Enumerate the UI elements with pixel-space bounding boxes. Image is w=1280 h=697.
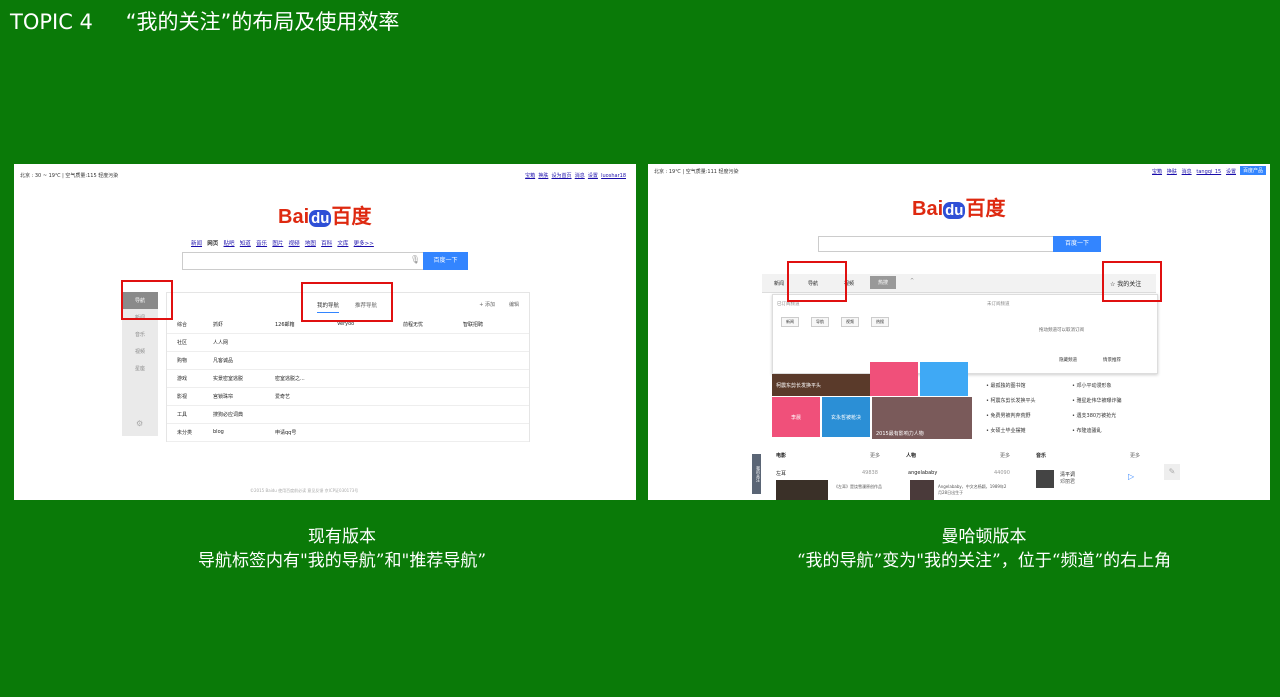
caption-manhattan: 曼哈顿版本 “我的导航”变为"我的关注”，位于“频道”的右上角 xyxy=(648,525,1280,573)
nav-row: 影视 宫锁珠帘 爱奇艺 xyxy=(167,387,529,406)
section-person-title: 人物 xyxy=(906,453,917,459)
news-tile[interactable]: 柯震东剪长发换平头 xyxy=(772,374,872,396)
smart-recommend-checkbox[interactable]: 情景推荐 xyxy=(1103,357,1121,363)
paw-icon: du xyxy=(943,202,966,219)
current-version-screenshot: 北京 : 30 ~ 19℃ | 空气质量:115 轻度污染 宝箱 换肤 设为首页… xyxy=(14,164,636,500)
channel-pill[interactable]: 新闻 xyxy=(781,317,799,327)
headline[interactable]: • 柯震东剪长发换平头 xyxy=(986,397,1036,404)
unsubscribed-label: 未订阅频道 xyxy=(987,302,1010,307)
edit-button[interactable]: 编辑 xyxy=(509,301,519,308)
tab-hot[interactable]: 热搜 xyxy=(870,276,897,289)
headline[interactable]: • 免费男被判弃荒野 xyxy=(986,412,1031,419)
headline[interactable]: • 遇支380万被抢光 xyxy=(1072,412,1116,419)
album-cover[interactable] xyxy=(1036,470,1054,488)
news-tile[interactable]: 2015最有影响力人物 xyxy=(872,397,972,439)
add-button[interactable]: + 添加 xyxy=(479,301,495,308)
top-links: 宝箱 换肤 消息 tangqi_15 设置 xyxy=(1152,169,1236,175)
play-icon[interactable]: ▷ xyxy=(1128,472,1134,481)
nav-row: 工具 搜狗必应词典 xyxy=(167,405,529,424)
footer: ©2015 Baidu 使用百度前必读 意见反馈 京ICP证030173号 xyxy=(250,488,359,493)
user-link[interactable]: luoshar18 xyxy=(601,173,626,179)
search-input[interactable] xyxy=(818,236,1054,252)
paw-icon: du xyxy=(309,210,332,227)
section-movie-title: 电影 xyxy=(776,453,787,459)
chevron-up-icon[interactable]: ^ xyxy=(910,278,914,284)
baidu-logo: Bai du 百度 xyxy=(912,198,1006,220)
hide-channel-button[interactable]: 隐藏频道 xyxy=(1059,357,1077,363)
section-music-more[interactable]: 更多 xyxy=(1130,452,1140,459)
weather-bar: 北京 : 19℃ | 空气质量:111 轻度污染 xyxy=(654,169,739,175)
search-button[interactable]: 百度一下 xyxy=(1053,236,1101,252)
top-link[interactable]: 设置 xyxy=(588,173,598,179)
section-music-title: 音乐 xyxy=(1036,453,1047,459)
channel-pill[interactable]: 导航 xyxy=(811,317,829,327)
section-movie-more[interactable]: 更多 xyxy=(870,452,880,459)
mic-icon[interactable]: 🎙 xyxy=(410,255,420,264)
caption-current: 现有版本 导航标签内有"我的导航”和"推荐导航” xyxy=(14,525,670,573)
headline[interactable]: • 最孤独的图书馆 xyxy=(986,382,1026,389)
highlight-nav-tab xyxy=(787,261,847,302)
headline[interactable]: • 邓小平动漫形象 xyxy=(1072,382,1112,389)
top-link[interactable]: 设为首页 xyxy=(552,173,572,179)
top-link[interactable]: 换肤 xyxy=(538,173,548,179)
topic-label: TOPIC 4 xyxy=(10,10,93,34)
gear-icon[interactable]: ⚙ xyxy=(136,419,143,428)
movie-item[interactable]: 左耳 xyxy=(776,470,786,477)
movie-thumbnail[interactable] xyxy=(776,480,828,500)
caption-manhattan-title: 曼哈顿版本 xyxy=(941,527,1027,547)
search-nav: 新闻 网页 贴吧 知道 音乐 图片 视频 地图 百科 文库 更多>> xyxy=(191,241,374,247)
news-tile[interactable]: 李晨 xyxy=(772,397,820,437)
slide-title: TOPIC 4 “我的关注”的布局及使用效率 xyxy=(10,6,399,36)
manhattan-version-screenshot: 北京 : 19℃ | 空气质量:111 轻度污染 宝箱 换肤 消息 tangqi… xyxy=(648,164,1270,500)
news-tile[interactable] xyxy=(920,362,968,396)
song-title[interactable]: 清平调 xyxy=(1060,471,1075,478)
side-nav-item[interactable]: 音乐 xyxy=(122,326,158,343)
drag-hint: 拖动频道可以取消订阅 xyxy=(1039,328,1084,333)
baidu-logo: Bai du 百度 xyxy=(278,206,372,228)
nav-row: 未分类 blog 申请qq号 xyxy=(167,423,529,442)
caption-current-title: 现有版本 xyxy=(308,527,376,547)
top-link[interactable]: 宝箱 xyxy=(525,173,535,179)
movie-desc: 《左耳》是饶雪漫原创作品 xyxy=(834,484,882,489)
person-item[interactable]: angelababy xyxy=(908,470,937,476)
channel-pill[interactable]: 热搜 xyxy=(871,317,889,327)
topic-title: “我的关注”的布局及使用效率 xyxy=(125,10,400,34)
person-count: 44090 xyxy=(994,470,1010,476)
person-desc: Angelababy，中文名杨颖，1989年2月28日出生于 xyxy=(938,484,1007,495)
top-links: 宝箱 换肤 设为首页 消息 设置 luoshar18 xyxy=(525,172,626,179)
search-button[interactable]: 百度一下 xyxy=(423,252,468,270)
side-nav-item[interactable]: 视频 xyxy=(122,343,158,360)
nav-row: 游戏 实景密室逃脱 密室逃脱之... xyxy=(167,369,529,388)
weather-bar: 北京 : 30 ~ 19℃ | 空气质量:115 轻度污染 xyxy=(20,173,119,179)
news-tile[interactable]: 玄永哲被枪决 xyxy=(822,397,870,437)
headline[interactable]: • 雅星赴伟华被曝诈骗 xyxy=(1072,397,1122,404)
caption-manhattan-desc: “我的导航”变为"我的关注”，位于“频道”的右上角 xyxy=(796,551,1172,571)
headline[interactable]: • 布隆迪骚乱 xyxy=(1072,427,1102,434)
caption-current-desc: 导航标签内有"我的导航”和"推荐导航” xyxy=(197,551,487,571)
side-follow-tab[interactable]: 我的关注 xyxy=(752,454,761,494)
top-link[interactable]: 消息 xyxy=(575,173,585,179)
news-tile[interactable] xyxy=(870,362,918,396)
section-person-more[interactable]: 更多 xyxy=(1000,452,1010,459)
person-thumbnail[interactable] xyxy=(910,480,934,500)
highlight-my-follow xyxy=(1102,261,1162,302)
side-nav-item[interactable]: 星座 xyxy=(122,360,158,377)
channel-pill[interactable]: 视频 xyxy=(841,317,859,327)
edit-icon[interactable]: ✎ xyxy=(1164,464,1180,480)
highlight-tabs xyxy=(301,282,393,322)
nav-row: 购物 凡客诚品 xyxy=(167,351,529,370)
song-artist: 邓丽君 xyxy=(1060,479,1076,485)
tab-news[interactable]: 新闻 xyxy=(774,280,784,287)
highlight-side-nav xyxy=(121,280,173,320)
movie-count: 49838 xyxy=(862,470,878,476)
search-input[interactable] xyxy=(182,252,424,270)
products-button[interactable]: 百度产品 xyxy=(1239,166,1266,175)
nav-row: 社区 人人网 xyxy=(167,333,529,352)
headline[interactable]: • 女硕士毕业摆摊 xyxy=(986,427,1026,434)
